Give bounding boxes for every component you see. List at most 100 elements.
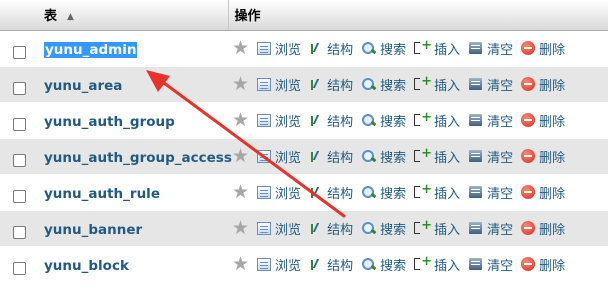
empty-link[interactable]: 清空 xyxy=(468,147,513,166)
search-link[interactable]: 搜索 xyxy=(361,183,406,202)
favorite-star-icon[interactable]: ★ xyxy=(232,74,249,94)
drop-link[interactable]: 删除 xyxy=(521,111,565,130)
row-checkbox[interactable] xyxy=(12,189,26,203)
table-name-link[interactable]: yunu_admin xyxy=(44,41,138,58)
row-checkbox[interactable] xyxy=(12,261,26,275)
structure-link[interactable]: 结构 xyxy=(309,147,353,166)
drop-link[interactable]: 删除 xyxy=(521,183,565,202)
search-link[interactable]: 搜索 xyxy=(361,75,406,94)
row-checkbox[interactable] xyxy=(12,117,26,131)
favorite-star-icon[interactable]: ★ xyxy=(232,182,249,202)
search-icon xyxy=(361,185,376,199)
drop-icon xyxy=(521,149,536,163)
empty-link[interactable]: 清空 xyxy=(468,75,513,94)
insert-link[interactable]: 插入 xyxy=(414,74,460,94)
table-name-cell: yunu_block xyxy=(38,246,228,283)
structure-label: 结构 xyxy=(327,150,354,166)
empty-link[interactable]: 清空 xyxy=(468,219,513,238)
table-name-link[interactable]: yunu_block xyxy=(44,258,129,274)
insert-icon xyxy=(414,218,432,235)
insert-label: 插入 xyxy=(434,42,461,58)
row-checkbox[interactable] xyxy=(12,45,26,59)
empty-link[interactable]: 清空 xyxy=(468,255,513,274)
insert-icon xyxy=(414,146,432,163)
insert-label: 插入 xyxy=(434,222,461,238)
drop-label: 删除 xyxy=(539,186,566,202)
favorite-star-icon[interactable]: ★ xyxy=(232,110,249,130)
structure-link[interactable]: 结构 xyxy=(309,255,353,274)
table-name-cell: yunu_auth_rule xyxy=(38,174,228,211)
header-ops-label: 操作 xyxy=(234,9,261,25)
browse-link[interactable]: 浏览 xyxy=(257,255,301,274)
table-name-cell: yunu_auth_group_access xyxy=(38,138,232,175)
drop-link[interactable]: 删除 xyxy=(521,255,565,274)
search-link[interactable]: 搜索 xyxy=(361,147,406,166)
browse-link[interactable]: 浏览 xyxy=(257,39,301,58)
structure-link[interactable]: 结构 xyxy=(309,39,353,58)
empty-link[interactable]: 清空 xyxy=(468,39,513,58)
structure-link[interactable]: 结构 xyxy=(309,111,353,130)
empty-label: 清空 xyxy=(487,114,514,130)
drop-link[interactable]: 删除 xyxy=(521,75,565,94)
search-icon xyxy=(361,257,376,271)
insert-link[interactable]: 插入 xyxy=(414,218,461,238)
table-name-link[interactable]: yunu_area xyxy=(44,78,122,94)
insert-link[interactable]: 插入 xyxy=(414,110,460,130)
browse-link[interactable]: 浏览 xyxy=(257,183,301,202)
empty-link[interactable]: 清空 xyxy=(468,111,513,130)
search-link[interactable]: 搜索 xyxy=(361,255,406,274)
header-table-label[interactable]: 表 xyxy=(44,9,57,24)
insert-link[interactable]: 插入 xyxy=(414,182,460,202)
sort-ascending-icon[interactable]: ▲ xyxy=(67,12,74,22)
browse-link[interactable]: 浏览 xyxy=(257,75,301,94)
search-link[interactable]: 搜索 xyxy=(361,39,406,58)
structure-icon xyxy=(309,257,323,271)
search-link[interactable]: 搜索 xyxy=(361,111,406,130)
favorite-star-icon[interactable]: ★ xyxy=(232,254,249,274)
row-actions: ★ 浏览 结构 搜索 插入 清空 删除 xyxy=(228,182,608,202)
drop-icon xyxy=(521,77,536,91)
row-checkbox[interactable] xyxy=(12,81,26,95)
browse-link[interactable]: 浏览 xyxy=(257,219,301,238)
table-ops-cell: ★ 浏览 结构 搜索 插入 清空 删除 xyxy=(228,246,608,283)
table-row: yunu_admin ★ 浏览 结构 搜索 插入 清空 删除 xyxy=(0,30,608,67)
favorite-star-icon[interactable]: ★ xyxy=(232,218,249,238)
table-row: yunu_auth_group ★ 浏览 结构 搜索 插入 清空 删除 xyxy=(0,102,608,139)
insert-link[interactable]: 插入 xyxy=(414,254,460,274)
structure-link[interactable]: 结构 xyxy=(309,75,353,94)
drop-link[interactable]: 删除 xyxy=(521,219,565,238)
structure-icon xyxy=(309,221,323,235)
row-checkbox-cell xyxy=(0,66,38,103)
structure-link[interactable]: 结构 xyxy=(309,183,353,202)
insert-link[interactable]: 插入 xyxy=(414,38,461,58)
structure-link[interactable]: 结构 xyxy=(309,219,353,238)
header-table-column[interactable]: 表 ▲ xyxy=(38,0,229,31)
table-name-link[interactable]: yunu_auth_group xyxy=(44,114,175,130)
table-name-link[interactable]: yunu_auth_group_access xyxy=(44,150,232,166)
table-name-link[interactable]: yunu_auth_rule xyxy=(44,186,160,202)
drop-icon xyxy=(521,41,536,55)
favorite-star-icon[interactable]: ★ xyxy=(232,146,249,166)
favorite-star-icon[interactable]: ★ xyxy=(232,38,249,58)
insert-icon xyxy=(414,182,432,199)
empty-icon xyxy=(468,185,483,199)
drop-link[interactable]: 删除 xyxy=(521,147,565,166)
empty-icon xyxy=(468,113,483,127)
empty-label: 清空 xyxy=(487,42,514,58)
row-checkbox[interactable] xyxy=(12,153,26,167)
drop-link[interactable]: 删除 xyxy=(521,39,565,58)
search-link[interactable]: 搜索 xyxy=(361,219,406,238)
browse-link[interactable]: 浏览 xyxy=(257,147,301,166)
empty-label: 清空 xyxy=(487,258,514,274)
search-label: 搜索 xyxy=(380,150,407,166)
structure-label: 结构 xyxy=(327,114,354,130)
drop-icon xyxy=(521,113,536,127)
empty-link[interactable]: 清空 xyxy=(468,183,513,202)
drop-label: 删除 xyxy=(539,114,566,130)
row-actions: ★ 浏览 结构 搜索 插入 清空 删除 xyxy=(228,146,608,166)
table-ops-cell: ★ 浏览 结构 搜索 插入 清空 删除 xyxy=(228,30,608,67)
row-checkbox[interactable] xyxy=(12,225,26,239)
browse-link[interactable]: 浏览 xyxy=(257,111,301,130)
insert-link[interactable]: 插入 xyxy=(414,146,460,166)
table-name-link[interactable]: yunu_banner xyxy=(44,222,142,238)
